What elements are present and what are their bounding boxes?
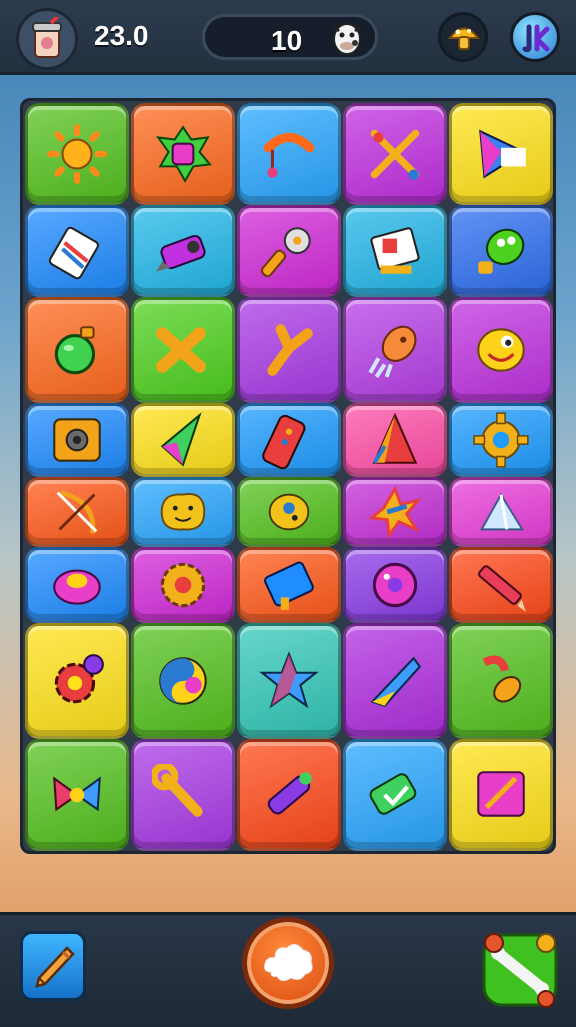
- board-tile[interactable]: [343, 477, 447, 547]
- board-tile[interactable]: [25, 547, 129, 623]
- hook-icon: [263, 132, 315, 178]
- boomerang-icon: [370, 656, 422, 707]
- sun-icon: [47, 124, 107, 184]
- gold-gear-icon: [160, 562, 206, 608]
- board-tile[interactable]: [343, 739, 447, 851]
- board-tile[interactable]: [237, 547, 341, 623]
- board-tile[interactable]: [449, 103, 553, 205]
- yin-yang-icon: [159, 657, 207, 705]
- crossed-swords-icon: [370, 129, 420, 180]
- board-tile[interactable]: [25, 477, 129, 547]
- marker-icon: [267, 772, 312, 815]
- cup-button[interactable]: [16, 8, 78, 70]
- pink-blob-icon: [53, 569, 101, 605]
- notebook-icon: [264, 561, 314, 610]
- board-tile[interactable]: [343, 297, 447, 403]
- cow-icon: [333, 23, 361, 55]
- bow-icon: [56, 490, 98, 534]
- board-tile[interactable]: [343, 623, 447, 739]
- mushroom-icon: [448, 27, 480, 50]
- gear-icon: [473, 412, 529, 468]
- top-hud: 23.0 10: [0, 0, 576, 75]
- pencil-tool-button[interactable]: [20, 931, 86, 1001]
- board-tile[interactable]: [237, 739, 341, 851]
- board-tile[interactable]: [131, 205, 235, 297]
- rocket-icon: [368, 325, 417, 379]
- board-tile[interactable]: [449, 205, 553, 297]
- cup-icon: [32, 17, 62, 58]
- pencil-tool-icon: [35, 946, 75, 988]
- splat-icon: [368, 485, 423, 540]
- bow-ribbon-icon: [53, 776, 101, 812]
- bone-powerup-icon: [482, 933, 558, 1008]
- wrench-icon: [152, 764, 203, 817]
- board-tile[interactable]: [237, 297, 341, 403]
- flashlight-icon: [156, 234, 206, 272]
- board-tile[interactable]: [25, 739, 129, 851]
- board-tile[interactable]: [237, 477, 341, 547]
- board-tile[interactable]: [131, 739, 235, 851]
- board-tile[interactable]: [343, 103, 447, 205]
- board-tile[interactable]: [449, 739, 553, 851]
- board-tile[interactable]: [237, 623, 341, 739]
- score-value: 23.0: [94, 20, 149, 51]
- flower-gem-icon: [155, 125, 212, 183]
- speaker-icon: [53, 418, 101, 462]
- star-icon: [259, 651, 319, 709]
- gear-cluster-icon: [54, 654, 104, 704]
- counter-pill: 10: [202, 14, 378, 60]
- bottom-toolbar: [0, 912, 576, 1027]
- board-tile[interactable]: [25, 403, 129, 477]
- bone-powerup-button[interactable]: [480, 925, 560, 1011]
- board-tile[interactable]: [343, 403, 447, 477]
- donut-icon: [372, 562, 418, 608]
- board-tile[interactable]: [449, 477, 553, 547]
- board-tile[interactable]: [449, 297, 553, 403]
- ice-crystal-icon: [480, 492, 524, 531]
- board-tile[interactable]: [131, 297, 235, 403]
- check-tag-icon: [369, 773, 417, 815]
- book-icon: [370, 227, 420, 274]
- happy-blob-icon: [160, 493, 206, 531]
- board-tile[interactable]: [131, 547, 235, 623]
- pen-board-icon: [477, 771, 525, 817]
- board-tile[interactable]: [25, 623, 129, 739]
- board-tile[interactable]: [449, 623, 553, 739]
- tablet-icon: [48, 226, 99, 280]
- bone-cross-icon: [156, 327, 206, 373]
- board-tile[interactable]: [449, 403, 553, 477]
- wrench-y-icon: [267, 324, 313, 376]
- board-tile[interactable]: [25, 205, 129, 297]
- board-tile[interactable]: [343, 205, 447, 297]
- center-action-button[interactable]: [242, 917, 334, 1009]
- mushroom-button[interactable]: [438, 12, 488, 62]
- play-triangle-icon: [479, 129, 526, 179]
- bomb-icon: [54, 326, 96, 375]
- board-tile[interactable]: [237, 103, 341, 205]
- seed-icon: [482, 655, 522, 703]
- board-tile[interactable]: [131, 103, 235, 205]
- avatar-icon: [522, 24, 550, 53]
- smiley-blob-icon: [477, 328, 525, 372]
- board-tile[interactable]: [25, 103, 129, 205]
- board-tile[interactable]: [237, 403, 341, 477]
- board-tile[interactable]: [449, 547, 553, 623]
- board-tile[interactable]: [25, 297, 129, 403]
- avatar-button[interactable]: [510, 12, 560, 62]
- board-tile[interactable]: [343, 547, 447, 623]
- green-monster-icon: [478, 228, 525, 274]
- game-board: [20, 98, 556, 854]
- remote-icon: [262, 414, 306, 470]
- board-tile[interactable]: [131, 477, 235, 547]
- board-tile[interactable]: [131, 623, 235, 739]
- cone-icon: [372, 412, 418, 464]
- egg-icon: [268, 493, 310, 531]
- board-tile[interactable]: [131, 403, 235, 477]
- crystal-icon: [160, 412, 202, 467]
- pizza-cutter-icon: [260, 227, 311, 278]
- board-tile[interactable]: [237, 205, 341, 297]
- pencil-icon: [478, 565, 526, 612]
- cloud-icon: [264, 944, 313, 982]
- counter-value: 10: [271, 25, 303, 56]
